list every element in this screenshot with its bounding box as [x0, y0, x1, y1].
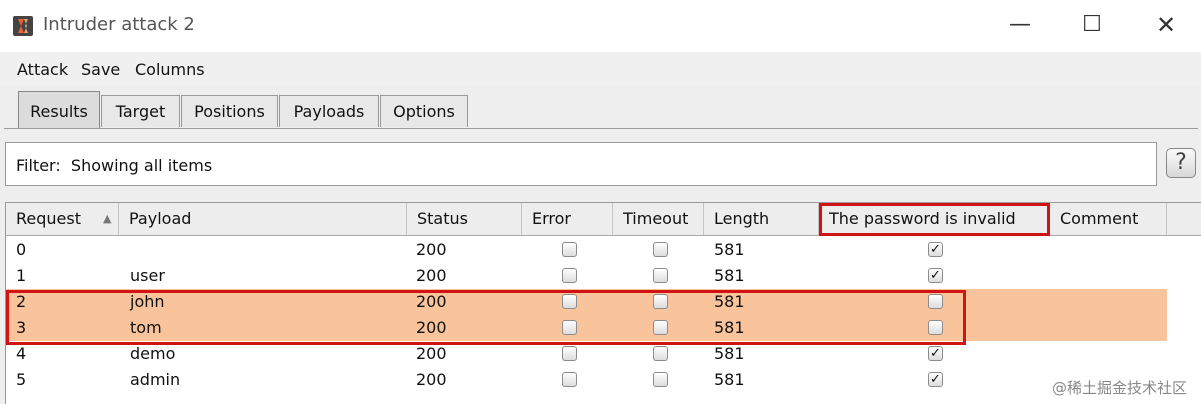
- title-bar: Intruder attack 2 — ☐ ✕: [0, 0, 1201, 52]
- request-cell: 1: [16, 266, 27, 285]
- menu-save[interactable]: Save: [81, 60, 120, 79]
- filter-prefix: Filter:: [16, 156, 61, 175]
- request-cell: 5: [16, 370, 27, 389]
- app-icon: [13, 16, 33, 36]
- timeout-checkbox[interactable]: [653, 372, 668, 387]
- status-cell: 200: [416, 266, 447, 285]
- check-icon: ✓: [930, 346, 941, 361]
- results-table: Request ▲ Payload Status Error Timeout L…: [5, 202, 1201, 404]
- column-payload[interactable]: Payload: [119, 203, 407, 235]
- filter-value: Showing all items: [70, 156, 213, 175]
- error-checkbox[interactable]: [562, 346, 577, 361]
- status-cell: 200: [416, 370, 447, 389]
- maximize-button[interactable]: ☐: [1072, 10, 1112, 40]
- column-request-label: Request: [16, 209, 81, 228]
- table-row[interactable]: 0 200 581 ✓: [6, 237, 1167, 263]
- password-invalid-checkbox[interactable]: ✓: [928, 372, 943, 387]
- error-checkbox[interactable]: [562, 242, 577, 257]
- error-checkbox[interactable]: [562, 372, 577, 387]
- error-checkbox[interactable]: [562, 268, 577, 283]
- payload-cell: user: [130, 266, 165, 285]
- timeout-checkbox[interactable]: [653, 242, 668, 257]
- column-comment[interactable]: Comment: [1050, 203, 1167, 235]
- tab-results[interactable]: Results: [18, 91, 100, 129]
- annotation-box-header: [819, 203, 1050, 236]
- timeout-checkbox[interactable]: [653, 268, 668, 283]
- menu-attack[interactable]: Attack: [17, 60, 68, 79]
- length-cell: 581: [714, 266, 745, 285]
- help-button[interactable]: ?: [1166, 148, 1196, 178]
- filter-label: Filter: Showing all items: [16, 156, 212, 175]
- tab-positions[interactable]: Positions: [181, 95, 278, 127]
- column-length[interactable]: Length: [704, 203, 819, 235]
- tab-target[interactable]: Target: [101, 95, 180, 127]
- column-status[interactable]: Status: [407, 203, 522, 235]
- table-row[interactable]: 1 user 200 581 ✓: [6, 263, 1167, 289]
- length-cell: 581: [714, 240, 745, 259]
- column-timeout[interactable]: Timeout: [613, 203, 704, 235]
- password-invalid-checkbox[interactable]: ✓: [928, 346, 943, 361]
- annotation-box-rows: [6, 290, 966, 345]
- check-icon: ✓: [930, 372, 941, 387]
- menu-columns[interactable]: Columns: [135, 60, 205, 79]
- close-button[interactable]: ✕: [1146, 10, 1186, 40]
- tab-strip: Results Target Positions Payloads Option…: [0, 90, 1201, 130]
- window-title: Intruder attack 2: [43, 14, 195, 35]
- password-invalid-checkbox[interactable]: ✓: [928, 268, 943, 283]
- length-cell: 581: [714, 370, 745, 389]
- filter-bar[interactable]: Filter: Showing all items: [5, 142, 1157, 186]
- column-error[interactable]: Error: [522, 203, 613, 235]
- password-invalid-checkbox[interactable]: ✓: [928, 242, 943, 257]
- watermark: @稀土掘金技术社区: [1051, 379, 1187, 397]
- check-icon: ✓: [930, 242, 941, 257]
- request-cell: 0: [16, 240, 27, 259]
- minimize-button[interactable]: —: [1000, 10, 1040, 40]
- column-request[interactable]: Request ▲: [6, 203, 119, 235]
- status-cell: 200: [416, 240, 447, 259]
- tab-payloads[interactable]: Payloads: [279, 95, 379, 127]
- table-row[interactable]: 5 admin 200 581 ✓: [6, 367, 1167, 393]
- tab-options[interactable]: Options: [380, 95, 468, 127]
- check-icon: ✓: [930, 268, 941, 283]
- payload-cell: admin: [130, 370, 181, 389]
- sort-ascending-icon: ▲: [103, 212, 112, 225]
- table-header: Request ▲ Payload Status Error Timeout L…: [6, 203, 1201, 236]
- menu-bar: Attack Save Columns: [0, 52, 1201, 86]
- timeout-checkbox[interactable]: [653, 346, 668, 361]
- tab-divider: [4, 128, 1198, 129]
